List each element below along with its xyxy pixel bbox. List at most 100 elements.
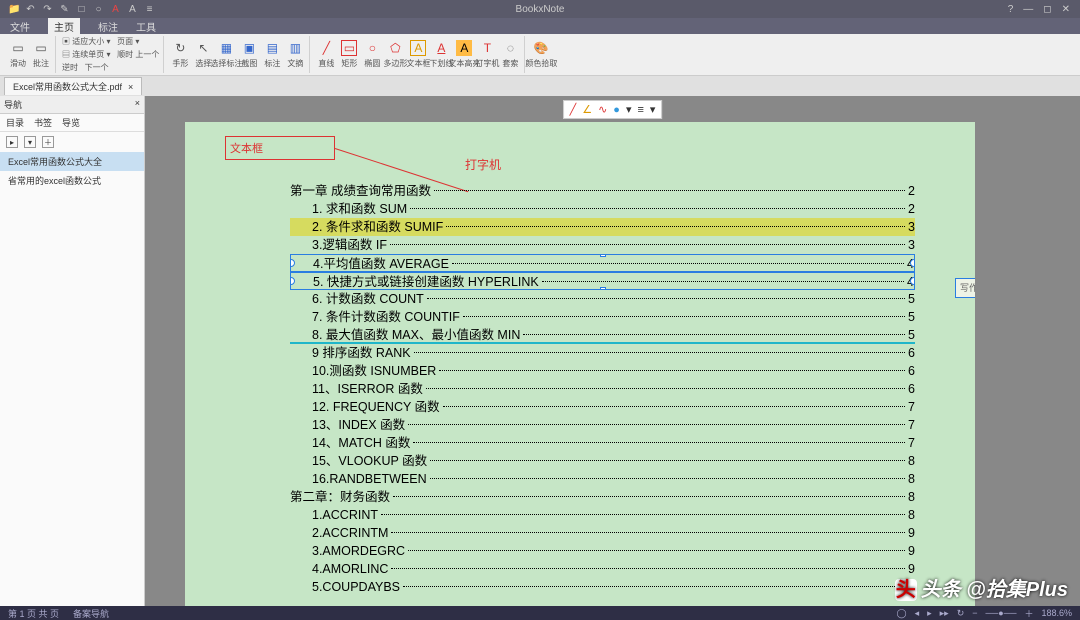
left-panel-close-icon[interactable]: × <box>135 98 140 111</box>
toc-row[interactable]: 第一章 成绩查询常用函数2 <box>290 182 915 200</box>
left-panel-title: 导航 <box>4 98 22 111</box>
qat-menu-icon[interactable]: ≡ <box>144 4 155 15</box>
layout-dropdown[interactable]: ▤ 连续单页 ▾ <box>62 50 110 59</box>
toc-row[interactable]: 3.逻辑函数 IF3 <box>290 236 915 254</box>
toc-row[interactable]: 1. 求和函数 SUM2 <box>290 200 915 218</box>
toc-row[interactable]: 15、VLOOKUP 函数8 <box>290 452 915 470</box>
outline-node[interactable]: 省常用的excel函数公式 <box>0 171 144 190</box>
toc-row[interactable]: 10.测函数 ISNUMBER6 <box>290 362 915 380</box>
menu-file[interactable]: 文件 <box>10 19 30 34</box>
toc-dots <box>413 442 905 443</box>
tab-bookmark[interactable]: 书签 <box>34 116 52 129</box>
toc-row[interactable]: 6. 计数函数 COUNT5 <box>290 290 915 308</box>
status-dot1-icon[interactable]: ◯ <box>897 608 907 619</box>
note-button[interactable]: ▭批注 <box>31 38 51 72</box>
toc-row[interactable]: 2.ACCRINTM9 <box>290 524 915 542</box>
qat-undo-icon[interactable]: ↶ <box>25 4 36 15</box>
toc-row[interactable]: 1.ACCRINT8 <box>290 506 915 524</box>
qat-pen-icon[interactable]: ✎ <box>59 4 70 15</box>
float-color-drop[interactable]: ▾ <box>626 103 632 116</box>
hand-tool[interactable]: ↻手形 <box>170 38 190 72</box>
qat-redo-icon[interactable]: ↷ <box>42 4 53 15</box>
status-prev-icon[interactable]: ◂ <box>915 608 920 619</box>
status-loop-icon[interactable]: ↻ <box>957 608 965 619</box>
oval-tool[interactable]: ○椭圆 <box>362 38 382 72</box>
toc-text: 1. 求和函数 SUM <box>290 200 407 218</box>
toc-row[interactable]: 7. 条件计数函数 COUNTIF5 <box>290 308 915 326</box>
qat-text-a2-icon[interactable]: A <box>127 4 138 15</box>
qat-oval-icon[interactable]: ○ <box>93 4 104 15</box>
slide-button[interactable]: ▭滑动 <box>8 38 28 72</box>
toc-row[interactable]: 5.COUPDAYBS9 <box>290 578 915 596</box>
toc-row[interactable]: 4.AMORLINC9 <box>290 560 915 578</box>
toc-row[interactable]: 11、ISERROR 函数6 <box>290 380 915 398</box>
float-line-icon[interactable]: ╱ <box>570 103 577 116</box>
float-wave-icon[interactable]: ∿ <box>598 103 607 116</box>
status-next-icon[interactable]: ▸▸ <box>940 608 949 619</box>
outline-expand-icon[interactable]: ▸ <box>6 136 18 148</box>
rect-tool[interactable]: ▭矩形 <box>339 38 359 72</box>
float-list-drop[interactable]: ▾ <box>650 103 656 116</box>
status-nav[interactable]: 备案导航 <box>73 607 109 620</box>
annotation-typewriter[interactable]: 打字机 <box>465 156 501 173</box>
help-icon[interactable]: ? <box>1008 4 1014 15</box>
fit-dropdown[interactable]: ▣ 适应大小 ▾ <box>62 37 110 46</box>
minimize-icon[interactable]: — <box>1023 4 1033 15</box>
toc-row[interactable]: 5. 快捷方式或链接创建函数 HYPERLINK4 <box>290 272 915 290</box>
line-tool[interactable]: ╱直线 <box>316 38 336 72</box>
toc-row[interactable]: 13、INDEX 函数7 <box>290 416 915 434</box>
outline-add-icon[interactable]: ＋ <box>42 136 54 148</box>
highlight-tool[interactable]: A文本高亮 <box>454 38 474 72</box>
status-zoom-out-icon[interactable]: − <box>972 608 977 618</box>
outline-collapse-icon[interactable]: ▾ <box>24 136 36 148</box>
toc-page: 8 <box>908 470 915 488</box>
toc-page: 5 <box>908 290 915 308</box>
toc-row[interactable]: 12. FREQUENCY 函数7 <box>290 398 915 416</box>
toc-row[interactable]: 16.RANDBETWEEN8 <box>290 470 915 488</box>
annotation-textbox[interactable]: 文本框 <box>225 136 335 160</box>
status-zoom-in-icon[interactable]: ＋ <box>1024 607 1033 620</box>
qat-open-icon[interactable]: 📁 <box>8 4 19 15</box>
toc-row[interactable]: 4.平均值函数 AVERAGE4 <box>290 254 915 272</box>
rotate-cw[interactable]: 顺时 <box>117 50 133 59</box>
select-annot-tool[interactable]: ▦选择标注 <box>216 38 236 72</box>
document-canvas[interactable]: ╱ ∠ ∿ ● ▾ ≡ ▾ 文本框 打字机 第一章 成绩查询常用函数21. 求和函数… <box>145 96 1080 606</box>
toc-row[interactable]: 8. 最大值函数 MAX、最小值函数 MIN5 <box>290 326 915 344</box>
page-view[interactable]: 文本框 打字机 第一章 成绩查询常用函数21. 求和函数 SUM22. 条件求和… <box>185 122 975 606</box>
typewriter-tool[interactable]: T打字机 <box>477 38 497 72</box>
toc-row[interactable]: 2. 条件求和函数 SUMIF3 <box>290 218 915 236</box>
rotate-ccw[interactable]: 逆时 <box>62 63 78 72</box>
textbox-tool[interactable]: A文本框 <box>408 38 428 72</box>
tab-tour[interactable]: 导览 <box>62 116 80 129</box>
excerpt-tool[interactable]: ▥文摘 <box>285 38 305 72</box>
color-picker[interactable]: 🎨颜色拾取 <box>531 38 551 72</box>
polygon-tool[interactable]: ⬠多边形 <box>385 38 405 72</box>
toc-row[interactable]: 第二章：财务函数8 <box>290 488 915 506</box>
prev-btn[interactable]: 上一个 <box>135 50 159 59</box>
menu-tools[interactable]: 工具 <box>136 19 156 34</box>
float-list-icon[interactable]: ≡ <box>637 104 643 116</box>
mode-dropdown[interactable]: 页面 <box>117 37 133 46</box>
status-play-icon[interactable]: ▸ <box>927 608 932 619</box>
menu-home[interactable]: 主页 <box>48 18 80 35</box>
outline-node-selected[interactable]: Excel常用函数公式大全 <box>0 152 144 171</box>
float-color-icon[interactable]: ● <box>613 104 620 116</box>
doc-tab-close-icon[interactable]: × <box>128 82 133 92</box>
document-tab[interactable]: Excel常用函数公式大全.pdf × <box>4 77 142 95</box>
close-icon[interactable]: ✕ <box>1062 4 1070 15</box>
snapshot-tool[interactable]: ▣截图 <box>239 38 259 72</box>
qat-text-a-icon[interactable]: A <box>110 4 121 15</box>
toc-row[interactable]: 3.AMORDEGRC9 <box>290 542 915 560</box>
qat-rect-icon[interactable]: □ <box>76 4 87 15</box>
annotation-popup[interactable]: 写作 <box>955 278 975 298</box>
float-angle-icon[interactable]: ∠ <box>582 103 592 116</box>
maximize-icon[interactable]: ◻ <box>1043 4 1051 15</box>
status-zoom-slider[interactable]: ──●── <box>986 608 1017 618</box>
toc-row[interactable]: 14、MATCH 函数7 <box>290 434 915 452</box>
lasso-tool[interactable]: ◌套索 <box>500 38 520 72</box>
toc-row[interactable]: 9 排序函数 RANK6 <box>290 344 915 362</box>
next-btn[interactable]: 下一个 <box>85 63 109 72</box>
annotate-tool[interactable]: ▤标注 <box>262 38 282 72</box>
tab-outline[interactable]: 目录 <box>6 116 24 129</box>
menu-annotate[interactable]: 标注 <box>98 19 118 34</box>
